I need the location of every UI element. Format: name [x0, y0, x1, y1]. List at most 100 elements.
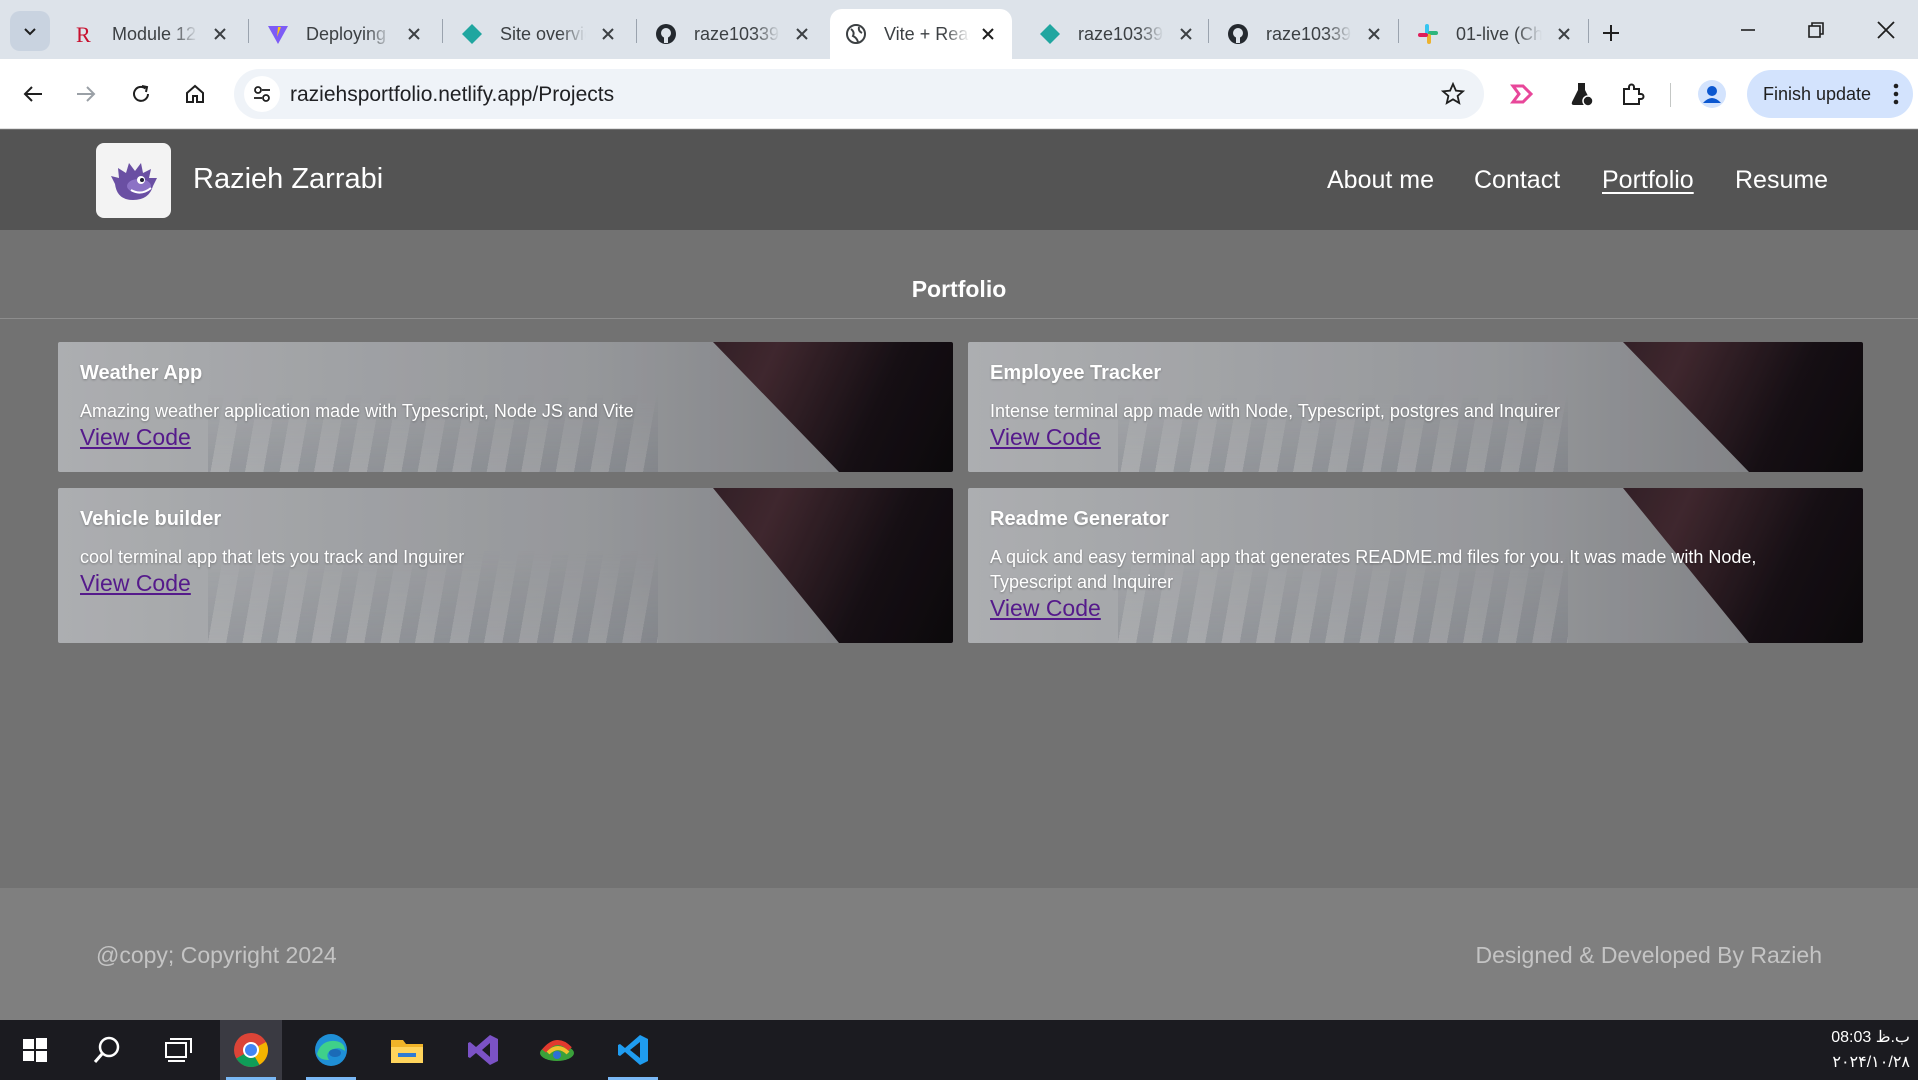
site-info-button[interactable] — [244, 76, 280, 112]
tab-divider — [248, 19, 249, 43]
edge-icon[interactable] — [300, 1020, 362, 1080]
url-text[interactable]: raziehsportfolio.netlify.app/Projects — [290, 83, 614, 107]
project-description: cool terminal app that lets you track an… — [80, 547, 465, 567]
forward-button[interactable] — [66, 74, 106, 114]
divider — [0, 318, 1918, 319]
system-clock[interactable]: 08:03 ب.ظ ۲۰۲۴/۱۰/۲۸ — [1831, 1025, 1910, 1075]
view-code-link[interactable]: View Code — [990, 595, 1101, 621]
finish-update-button[interactable]: Finish update — [1747, 70, 1913, 118]
tab-netlify-raze[interactable]: raze10339 — [1024, 9, 1210, 59]
file-explorer-icon[interactable] — [376, 1020, 438, 1080]
tab-title: raze10339 — [1266, 23, 1352, 44]
tab-title: Module 12 — [112, 23, 197, 44]
tab-github-2[interactable]: raze10339 — [1212, 9, 1398, 59]
close-icon[interactable] — [596, 22, 620, 46]
arrow-right-icon — [77, 86, 96, 102]
view-code-link[interactable]: View Code — [80, 424, 191, 450]
logo[interactable] — [96, 143, 171, 218]
app-icon[interactable] — [526, 1020, 588, 1080]
restore-icon — [1808, 22, 1824, 38]
extensions-button[interactable] — [1612, 74, 1652, 114]
windows-start-icon[interactable] — [4, 1020, 66, 1080]
close-icon[interactable] — [1552, 22, 1576, 46]
bookmark-star-button[interactable] — [1440, 81, 1466, 107]
tab-search-button[interactable] — [10, 11, 50, 51]
arrow-left-icon — [23, 86, 42, 102]
tab-vite-react[interactable]: Vite + React — [830, 9, 1012, 59]
new-tab-button[interactable] — [1593, 15, 1629, 51]
clock-time: 08:03 ب.ظ — [1831, 1029, 1910, 1046]
globe-icon — [844, 22, 868, 46]
reload-button[interactable] — [121, 74, 161, 114]
tab-slack[interactable]: 01-live (Ch — [1402, 9, 1588, 59]
clock-date: ۲۰۲۴/۱۰/۲۸ — [1832, 1054, 1910, 1071]
profile-button[interactable] — [1692, 74, 1732, 114]
nav-contact[interactable]: Contact — [1474, 166, 1560, 195]
nav-resume[interactable]: Resume — [1735, 166, 1828, 195]
reload-icon — [133, 85, 149, 102]
copyright-text: @copy; Copyright 2024 — [96, 942, 337, 968]
home-button[interactable] — [175, 74, 215, 114]
close-icon[interactable] — [790, 22, 814, 46]
toolbar-divider — [1670, 83, 1671, 107]
tab-divider — [1208, 19, 1209, 43]
credits-text: Designed & Developed By Razieh — [1475, 942, 1822, 968]
close-icon[interactable] — [1362, 22, 1386, 46]
project-title: Weather App — [80, 362, 203, 384]
extension-flask-button[interactable] — [1562, 74, 1602, 114]
site-footer: @copy; Copyright 2024 Designed & Develop… — [0, 888, 1918, 1020]
task-view-icon[interactable] — [148, 1020, 210, 1080]
extension-pink-button[interactable] — [1502, 74, 1542, 114]
avatar-icon — [1698, 80, 1726, 108]
windows-taskbar: 08:03 ب.ظ ۲۰۲۴/۱۰/۲۸ — [0, 1020, 1918, 1080]
nav-portfolio[interactable]: Portfolio — [1602, 166, 1694, 195]
more-vertical-icon[interactable] — [1893, 82, 1899, 111]
vscode-icon[interactable] — [602, 1020, 664, 1080]
star-icon — [1441, 82, 1465, 105]
visual-studio-icon[interactable] — [452, 1020, 514, 1080]
tab-site-overview[interactable]: Site overview — [446, 9, 632, 59]
close-icon[interactable] — [208, 22, 232, 46]
tab-strip: R Module 12 Deploying Site overview raze… — [0, 0, 1918, 59]
github-icon — [1226, 22, 1250, 46]
site-name: Razieh Zarrabi — [193, 163, 384, 195]
back-button[interactable] — [13, 74, 53, 114]
tab-title: Site overview — [500, 23, 586, 44]
search-icon[interactable] — [76, 1020, 138, 1080]
close-window-button[interactable] — [1866, 10, 1906, 50]
tab-title: raze10339 — [1078, 23, 1164, 44]
netlify-diamond-icon — [1038, 22, 1062, 46]
minimize-button[interactable] — [1728, 10, 1768, 50]
tab-module[interactable]: R Module 12 — [58, 9, 244, 59]
tab-title: Vite + React — [884, 23, 970, 44]
finish-update-label: Finish update — [1763, 83, 1872, 104]
project-description: Intense terminal app made with Node, Typ… — [990, 401, 1560, 421]
minimize-icon — [1741, 29, 1755, 31]
tab-title: 01-live (Ch — [1456, 23, 1542, 44]
tab-deploying[interactable]: Deploying — [252, 9, 438, 59]
project-card-employee-tracker: Employee Tracker Intense terminal app ma… — [968, 342, 1863, 472]
view-code-link[interactable]: View Code — [80, 570, 191, 596]
close-icon[interactable] — [1174, 22, 1198, 46]
github-icon — [654, 22, 678, 46]
close-icon[interactable] — [402, 22, 426, 46]
restore-button[interactable] — [1796, 10, 1836, 50]
tab-divider — [1588, 19, 1589, 43]
close-icon — [1877, 21, 1895, 39]
flask-icon — [1571, 83, 1594, 107]
tab-github[interactable]: raze10339 — [640, 9, 826, 59]
address-bar[interactable]: raziehsportfolio.netlify.app/Projects — [234, 69, 1484, 119]
view-code-link[interactable]: View Code — [990, 424, 1101, 450]
close-icon[interactable] — [976, 22, 1000, 46]
project-title: Vehicle builder — [80, 508, 222, 530]
tune-icon — [254, 86, 270, 102]
netlify-diamond-icon — [460, 22, 484, 46]
home-icon — [186, 84, 204, 103]
svg-text:R: R — [76, 23, 91, 45]
project-title: Readme Generator — [990, 508, 1169, 530]
nav-about-me[interactable]: About me — [1327, 166, 1434, 195]
project-card-vehicle-builder: Vehicle builder cool terminal app that l… — [58, 488, 953, 643]
section-title: Portfolio — [911, 276, 1007, 302]
project-title: Employee Tracker — [990, 362, 1162, 384]
chrome-icon[interactable] — [220, 1020, 282, 1080]
